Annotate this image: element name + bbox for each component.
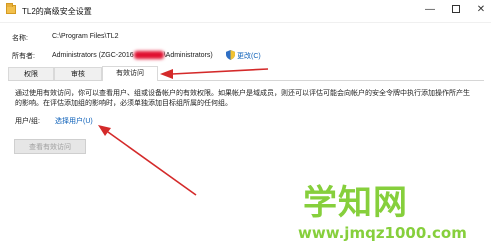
arrow-to-select-user bbox=[107, 131, 197, 196]
watermark-logo: 学知网 bbox=[303, 183, 408, 223]
arrow-head-tab bbox=[160, 69, 173, 79]
watermark-site: www.jmqz1000.com bbox=[298, 224, 467, 242]
arrow-head-select-user bbox=[98, 125, 111, 136]
arrow-to-tab bbox=[171, 68, 269, 75]
annotation-arrows bbox=[98, 68, 269, 196]
